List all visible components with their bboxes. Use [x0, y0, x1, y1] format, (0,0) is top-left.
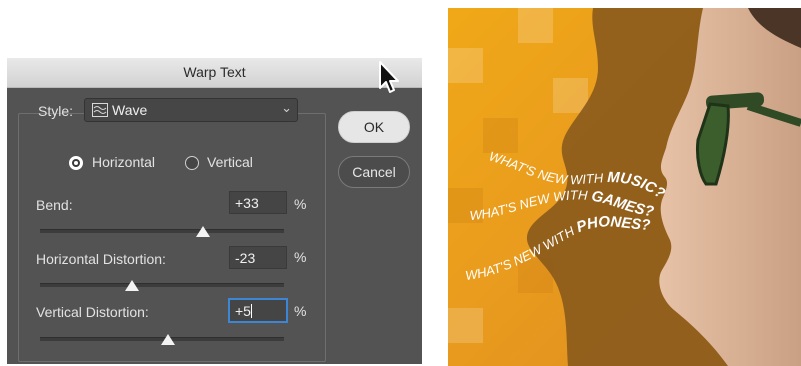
ok-button[interactable]: OK — [338, 111, 410, 143]
bend-input[interactable]: +33 — [229, 191, 287, 214]
horizontal-distortion-value: -23 — [235, 250, 256, 266]
bend-unit: % — [294, 196, 307, 212]
bend-slider-thumb[interactable] — [196, 226, 210, 237]
cancel-button[interactable]: Cancel — [338, 156, 410, 188]
chevron-down-icon: ⌄ — [281, 100, 292, 115]
text-caret — [250, 304, 252, 318]
horizontal-label[interactable]: Horizontal — [92, 154, 155, 170]
horizontal-distortion-input[interactable]: -23 — [229, 246, 287, 269]
bend-label: Bend: — [36, 197, 73, 213]
options-group — [18, 113, 326, 362]
style-dropdown[interactable]: Wave ⌄ — [84, 98, 298, 122]
warped-text-photo: WHAT'S NEW WITH MUSIC? WHAT'S NEW WITH G… — [448, 8, 801, 366]
style-value: Wave — [112, 102, 148, 118]
mouse-pointer-icon — [379, 61, 399, 93]
horizontal-distortion-slider-track[interactable] — [40, 283, 284, 287]
bend-value: +33 — [235, 195, 259, 211]
horizontal-distortion-label: Horizontal Distortion: — [36, 251, 166, 267]
bend-slider-track[interactable] — [40, 229, 284, 233]
horizontal-radio[interactable] — [69, 156, 83, 170]
horizontal-distortion-slider-thumb[interactable] — [125, 280, 139, 291]
style-label: Style: — [38, 103, 74, 119]
vertical-distortion-unit: % — [294, 303, 307, 319]
horizontal-distortion-unit: % — [294, 249, 307, 265]
dialog-title: Warp Text — [7, 58, 422, 88]
vertical-label[interactable]: Vertical — [207, 154, 253, 170]
vertical-distortion-value: +5 — [235, 303, 251, 319]
vertical-distortion-slider-thumb[interactable] — [161, 334, 175, 345]
vertical-radio[interactable] — [185, 156, 199, 170]
photo-canvas: WHAT'S NEW WITH MUSIC? WHAT'S NEW WITH G… — [448, 8, 801, 366]
warp-text-dialog: Warp Text Style: Wave ⌄ Horizontal Verti… — [7, 58, 422, 364]
vertical-distortion-label: Vertical Distortion: — [36, 304, 149, 320]
vertical-distortion-input[interactable]: +5 — [229, 299, 287, 322]
wave-style-icon — [92, 103, 108, 117]
